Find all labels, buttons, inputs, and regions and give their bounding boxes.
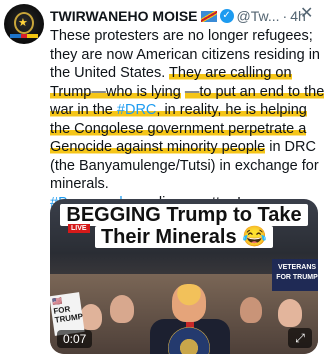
drc-flag-icon <box>200 10 217 22</box>
video-banner: BEGGING Trump to Take Their Minerals 😂 <box>50 204 318 248</box>
tweet-paragraph-1: These protesters are no longer refugees;… <box>50 27 326 194</box>
crowd-person <box>240 297 262 323</box>
more-icon[interactable]: ✕ <box>300 3 313 23</box>
video-player[interactable]: 🇺🇸 FOR TRUMP VETERANS FOR TRUMP BEGGING … <box>50 199 318 354</box>
avatar-flag-stripe <box>10 34 38 38</box>
video-duration: 0:07 <box>57 330 93 348</box>
crowd-person <box>110 295 134 323</box>
sign-right: VETERANS FOR TRUMP <box>272 259 318 291</box>
crowd-person <box>278 299 302 327</box>
hashtag-drc[interactable]: #DRC <box>116 102 157 118</box>
avatar[interactable]: ★ <box>4 4 44 44</box>
star-icon: ★ <box>18 17 28 29</box>
tweet-text: These protesters are no longer refugees;… <box>50 27 326 212</box>
author-handle[interactable]: @Tw... <box>237 8 280 24</box>
live-badge: LIVE <box>68 224 90 233</box>
separator-dot: · <box>282 8 288 24</box>
tweet-header: TWIRWANEHO MOISE ✓ @Tw... · 4h <box>50 6 322 26</box>
expand-icon[interactable]: ⤢ <box>288 328 312 348</box>
author-name[interactable]: TWIRWANEHO MOISE <box>50 8 198 24</box>
verified-badge-icon: ✓ <box>219 9 234 23</box>
speaker-head <box>172 284 206 322</box>
banner-line-1: BEGGING Trump to Take <box>60 204 308 226</box>
banner-line-2: Their Minerals 😂 <box>94 226 274 248</box>
